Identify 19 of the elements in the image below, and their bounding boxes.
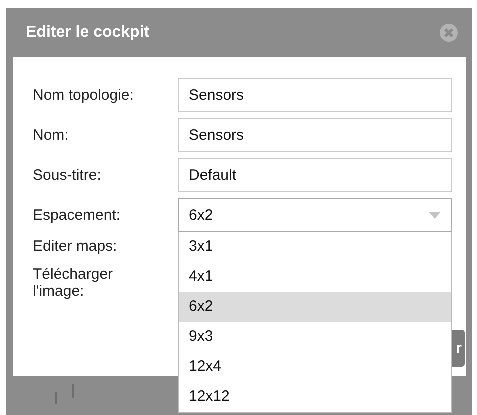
field-label: Nom: — [33, 126, 70, 144]
dropdown-option[interactable]: 6x2 — [179, 292, 451, 322]
field-label: Nom topologie: — [33, 86, 135, 104]
dropdown-option[interactable]: 4x1 — [179, 262, 451, 292]
dialog-title: Editer le cockpit — [26, 24, 150, 42]
field-label: Sous-titre: — [33, 166, 102, 184]
dropdown-option[interactable]: 9x3 — [179, 322, 451, 352]
caret-icon — [429, 212, 441, 218]
field-label: Télécharger l'image: — [33, 266, 114, 300]
dropdown-option[interactable]: 12x4 — [179, 352, 451, 382]
dropdown-option[interactable]: 3x1 — [179, 232, 451, 262]
close-icon[interactable] — [440, 24, 458, 42]
field-label: Editer maps: — [33, 238, 118, 255]
dropdown-option[interactable]: 12x12 — [179, 382, 451, 412]
text-field[interactable]: Sensors — [178, 78, 452, 112]
text-field[interactable]: Default — [178, 158, 452, 192]
text-field[interactable]: Sensors — [178, 118, 452, 152]
field-label: Espacement: — [33, 206, 122, 224]
select-field[interactable]: 6x2 — [178, 198, 452, 232]
